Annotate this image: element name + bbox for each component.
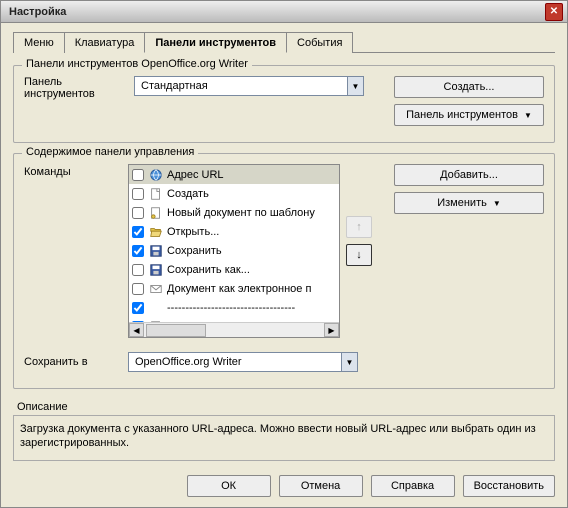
list-item-checkbox[interactable]: [129, 188, 147, 200]
list-item-label: Создать: [165, 188, 335, 200]
change-command-button[interactable]: Изменить ▼: [394, 192, 544, 214]
save-in-value: OpenOffice.org Writer: [129, 356, 341, 368]
restore-label: Восстановить: [474, 480, 544, 492]
list-item[interactable]: Новый документ по шаблону: [129, 203, 339, 222]
add-command-label: Добавить...: [440, 169, 498, 181]
close-button[interactable]: ✕: [545, 3, 563, 21]
tab-toolbars[interactable]: Панели инструментов: [144, 32, 287, 53]
save-icon: [147, 244, 165, 258]
change-command-label: Изменить: [437, 197, 487, 209]
close-icon: ✕: [550, 6, 558, 17]
help-label: Справка: [391, 480, 434, 492]
commands-label: Команды: [24, 164, 122, 178]
scroll-right-icon[interactable]: ▶: [324, 323, 339, 337]
new-toolbar-label: Создать...: [444, 81, 495, 93]
description-label: Описание: [17, 401, 555, 413]
toolbars-fieldset: Панели инструментов OpenOffice.org Write…: [13, 65, 555, 143]
arrow-down-icon: ↓: [356, 249, 362, 261]
content-legend: Содержимое панели управления: [22, 146, 198, 158]
toolbar-select[interactable]: Стандартная ▼: [134, 76, 364, 96]
toolbars-legend: Панели инструментов OpenOffice.org Write…: [22, 58, 252, 70]
move-down-button[interactable]: ↓: [346, 244, 372, 266]
chevron-down-icon: ▼: [524, 111, 532, 120]
list-item[interactable]: Адрес URL: [129, 165, 339, 184]
open-icon: [147, 225, 165, 239]
list-item-label: Документ как электронное п: [165, 283, 335, 295]
list-item-label: Новый документ по шаблону: [165, 207, 335, 219]
window-title: Настройка: [9, 6, 545, 18]
toolbar-select-value: Стандартная: [135, 80, 347, 92]
ok-button[interactable]: ОК: [187, 475, 271, 497]
list-item-checkbox[interactable]: [129, 283, 147, 295]
sep-icon: [147, 301, 165, 315]
chevron-down-icon: ▼: [347, 77, 363, 95]
list-item-checkbox[interactable]: [129, 245, 147, 257]
toolbar-label: Панель инструментов: [24, 76, 134, 100]
new-icon: [147, 187, 165, 201]
list-item[interactable]: Открыть...: [129, 222, 339, 241]
tab-strip: Меню Клавиатура Панели инструментов Собы…: [13, 31, 555, 53]
titlebar: Настройка ✕: [1, 1, 567, 23]
list-item-label: Адрес URL: [165, 169, 335, 181]
list-item-label: Открыть...: [165, 226, 335, 238]
email-icon: [147, 282, 165, 296]
toolbar-menu-button[interactable]: Панель инструментов ▼: [394, 104, 544, 126]
list-item[interactable]: -----------------------------------: [129, 298, 339, 317]
restore-button[interactable]: Восстановить: [463, 475, 555, 497]
scroll-left-icon[interactable]: ◀: [129, 323, 144, 337]
tab-menu[interactable]: Меню: [13, 32, 65, 53]
list-item-checkbox[interactable]: [129, 169, 147, 181]
list-item[interactable]: Сохранить: [129, 241, 339, 260]
settings-dialog: Настройка ✕ Меню Клавиатура Панели инстр…: [0, 0, 568, 508]
content-fieldset: Содержимое панели управления Команды Адр…: [13, 153, 555, 389]
list-item-checkbox[interactable]: [129, 302, 147, 314]
list-item[interactable]: Документ как электронное п: [129, 279, 339, 298]
arrow-up-icon: ↑: [356, 221, 362, 233]
tab-keyboard[interactable]: Клавиатура: [64, 32, 146, 53]
save-in-label: Сохранить в: [24, 356, 128, 368]
list-item-checkbox[interactable]: [129, 226, 147, 238]
url-icon: [147, 168, 165, 182]
list-item-checkbox[interactable]: [129, 207, 147, 219]
scroll-thumb[interactable]: [146, 324, 206, 337]
tab-events[interactable]: События: [286, 32, 353, 53]
chevron-down-icon: ▼: [493, 199, 501, 208]
list-item-label: Сохранить: [165, 245, 335, 257]
ok-label: ОК: [221, 480, 236, 492]
saveas-icon: [147, 263, 165, 277]
list-item[interactable]: Создать: [129, 184, 339, 203]
new-toolbar-button[interactable]: Создать...: [394, 76, 544, 98]
add-command-button[interactable]: Добавить...: [394, 164, 544, 186]
toolbar-menu-label: Панель инструментов: [406, 109, 518, 121]
list-item-label: -----------------------------------: [165, 302, 335, 314]
list-item[interactable]: Сохранить как...: [129, 260, 339, 279]
horizontal-scrollbar[interactable]: ◀ ▶: [129, 322, 339, 337]
list-item-label: Сохранить как...: [165, 264, 335, 276]
dialog-footer: ОК Отмена Справка Восстановить: [1, 467, 567, 507]
move-up-button[interactable]: ↑: [346, 216, 372, 238]
list-item-checkbox[interactable]: [129, 264, 147, 276]
description-text: Загрузка документа с указанного URL-адре…: [13, 415, 555, 461]
cancel-button[interactable]: Отмена: [279, 475, 363, 497]
chevron-down-icon: ▼: [341, 353, 357, 371]
commands-listbox[interactable]: Адрес URL Создать Новый документ по шаблон…: [128, 164, 340, 338]
help-button[interactable]: Справка: [371, 475, 455, 497]
save-in-select[interactable]: OpenOffice.org Writer ▼: [128, 352, 358, 372]
cancel-label: Отмена: [301, 480, 340, 492]
template-icon: [147, 206, 165, 220]
